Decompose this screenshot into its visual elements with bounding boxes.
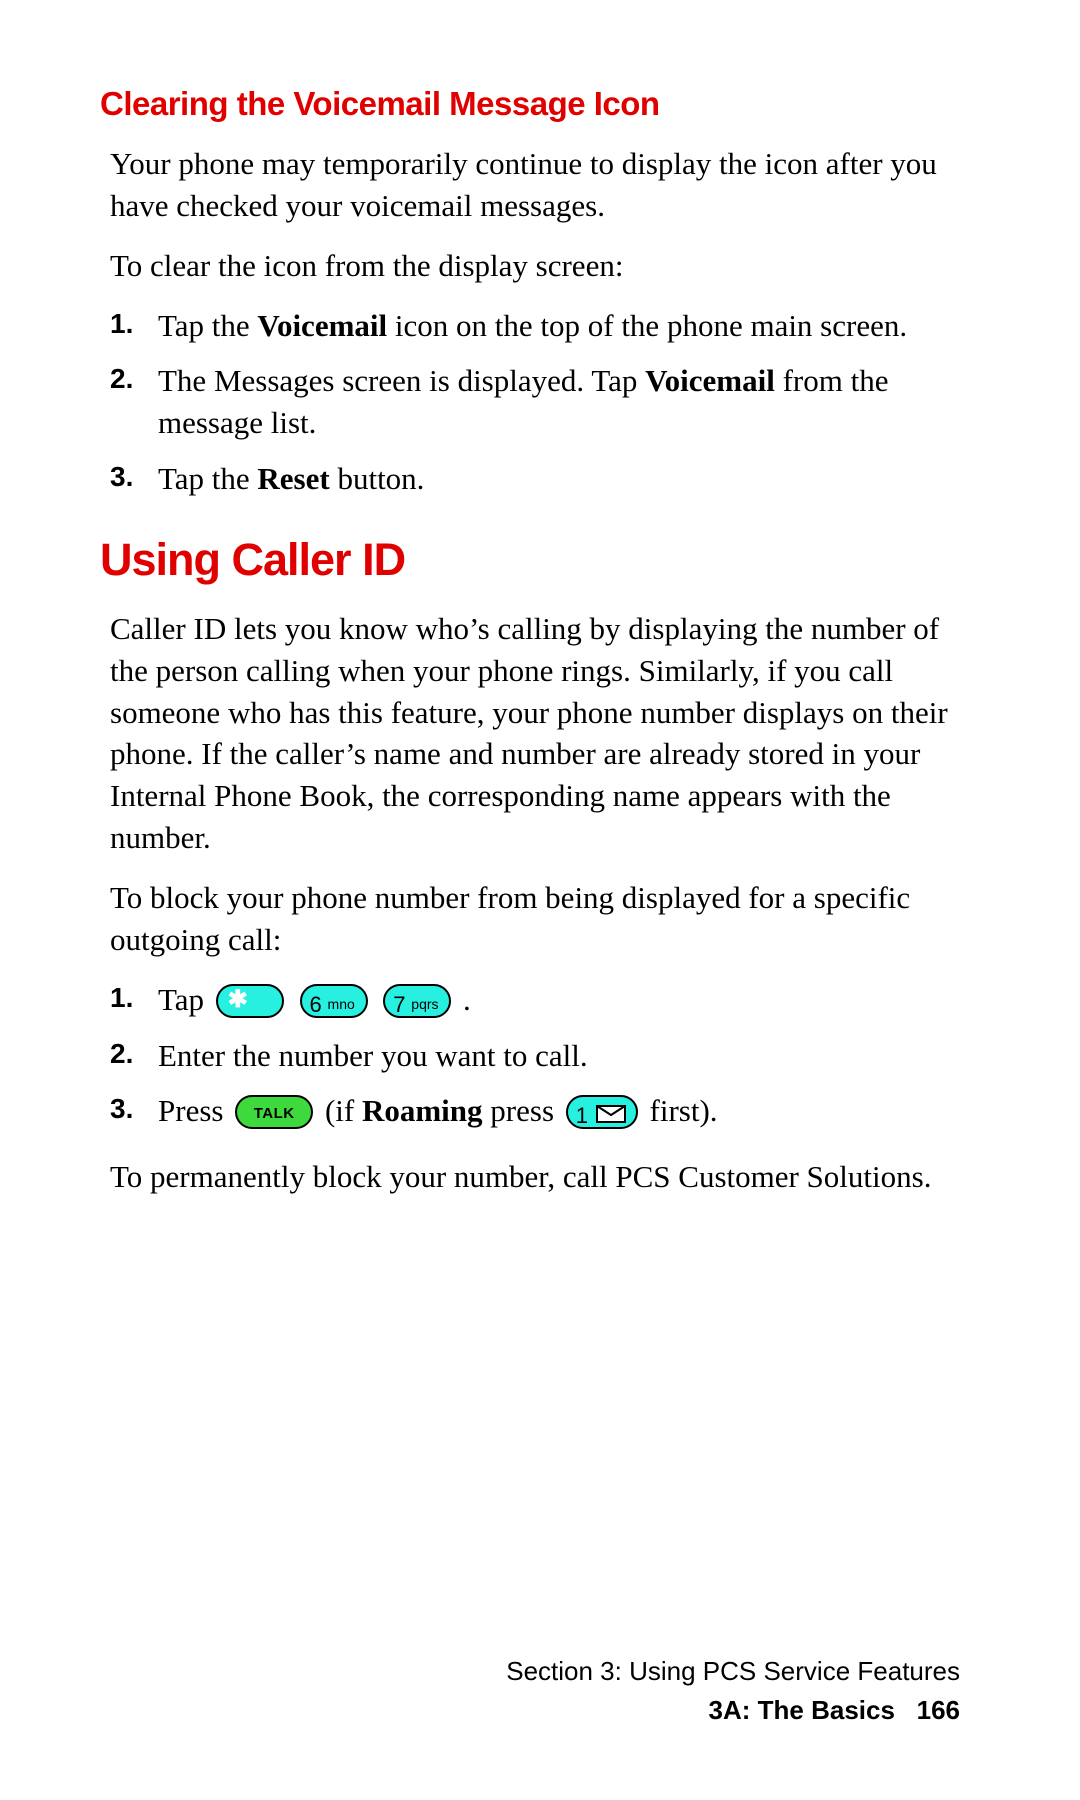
step-text: Tap the xyxy=(158,461,257,496)
key-digit: 6 xyxy=(310,990,322,1020)
document-page: Clearing the Voicemail Message Icon Your… xyxy=(0,0,1080,1198)
step-text: button. xyxy=(330,461,425,496)
body-paragraph: To clear the icon from the display scree… xyxy=(100,245,980,287)
bold-text: Roaming xyxy=(362,1093,483,1128)
footer-subsection: 3A: The Basics xyxy=(709,1695,895,1725)
subheading-clearing-voicemail: Clearing the Voicemail Message Icon xyxy=(100,85,980,123)
step-text: . xyxy=(463,982,471,1017)
ordered-steps: 1. Tap the Voicemail icon on the top of … xyxy=(100,305,980,500)
step-number: 2. xyxy=(110,360,133,398)
step-number: 3. xyxy=(110,458,133,496)
step-text: Press xyxy=(158,1093,231,1128)
step-text: Enter the number you want to call. xyxy=(158,1038,588,1073)
footer-page-number: 166 xyxy=(917,1695,960,1725)
phone-key-6-icon: 6 mno xyxy=(300,984,368,1018)
bold-text: Reset xyxy=(257,461,329,496)
step-number: 1. xyxy=(110,979,133,1017)
phone-key-talk-icon: TALK xyxy=(235,1095,313,1129)
body-paragraph: Caller ID lets you know who’s calling by… xyxy=(100,608,980,859)
bold-text: Voicemail xyxy=(645,363,775,398)
body-paragraph: Your phone may temporarily continue to d… xyxy=(100,143,980,227)
envelope-icon xyxy=(596,1105,626,1123)
step-text: The Messages screen is displayed. Tap xyxy=(158,363,645,398)
key-digit: 1 xyxy=(576,1101,588,1131)
step-text: first). xyxy=(650,1093,718,1128)
step-text: Tap the xyxy=(158,308,257,343)
key-digit: 7 xyxy=(393,990,405,1020)
step-number: 3. xyxy=(110,1090,133,1128)
phone-key-1-envelope-icon: 1 xyxy=(566,1095,638,1129)
bold-text: Voicemail xyxy=(257,308,387,343)
footer-section-title: Section 3: Using PCS Service Features xyxy=(0,1652,960,1691)
page-footer: Section 3: Using PCS Service Features 3A… xyxy=(0,1652,1080,1730)
phone-key-7-icon: 7 pqrs xyxy=(383,984,451,1018)
step-item: 3. Tap the Reset button. xyxy=(110,458,980,500)
ordered-steps: 1. Tap 6 mno 7 pqrs . 2. Enter the numbe… xyxy=(100,979,980,1133)
phone-key-star-icon xyxy=(216,984,284,1018)
key-letters: mno xyxy=(328,995,355,1014)
step-item: 2. The Messages screen is displayed. Tap… xyxy=(110,360,980,444)
step-text: icon on the top of the phone main screen… xyxy=(387,308,907,343)
step-item: 1. Tap 6 mno 7 pqrs . xyxy=(110,979,980,1021)
body-paragraph: To permanently block your number, call P… xyxy=(100,1156,980,1198)
step-text: Tap xyxy=(158,982,212,1017)
body-paragraph: To block your phone number from being di… xyxy=(100,877,980,961)
step-item: 1. Tap the Voicemail icon on the top of … xyxy=(110,305,980,347)
key-label: TALK xyxy=(237,1104,311,1124)
heading-using-caller-id: Using Caller ID xyxy=(100,534,980,586)
step-item: 2. Enter the number you want to call. xyxy=(110,1035,980,1077)
step-item: 3. Press TALK (if Roaming press 1 first)… xyxy=(110,1090,980,1132)
step-text: press xyxy=(483,1093,562,1128)
step-number: 1. xyxy=(110,305,133,343)
step-text: (if xyxy=(325,1093,362,1128)
step-number: 2. xyxy=(110,1035,133,1073)
key-letters: pqrs xyxy=(411,995,438,1014)
